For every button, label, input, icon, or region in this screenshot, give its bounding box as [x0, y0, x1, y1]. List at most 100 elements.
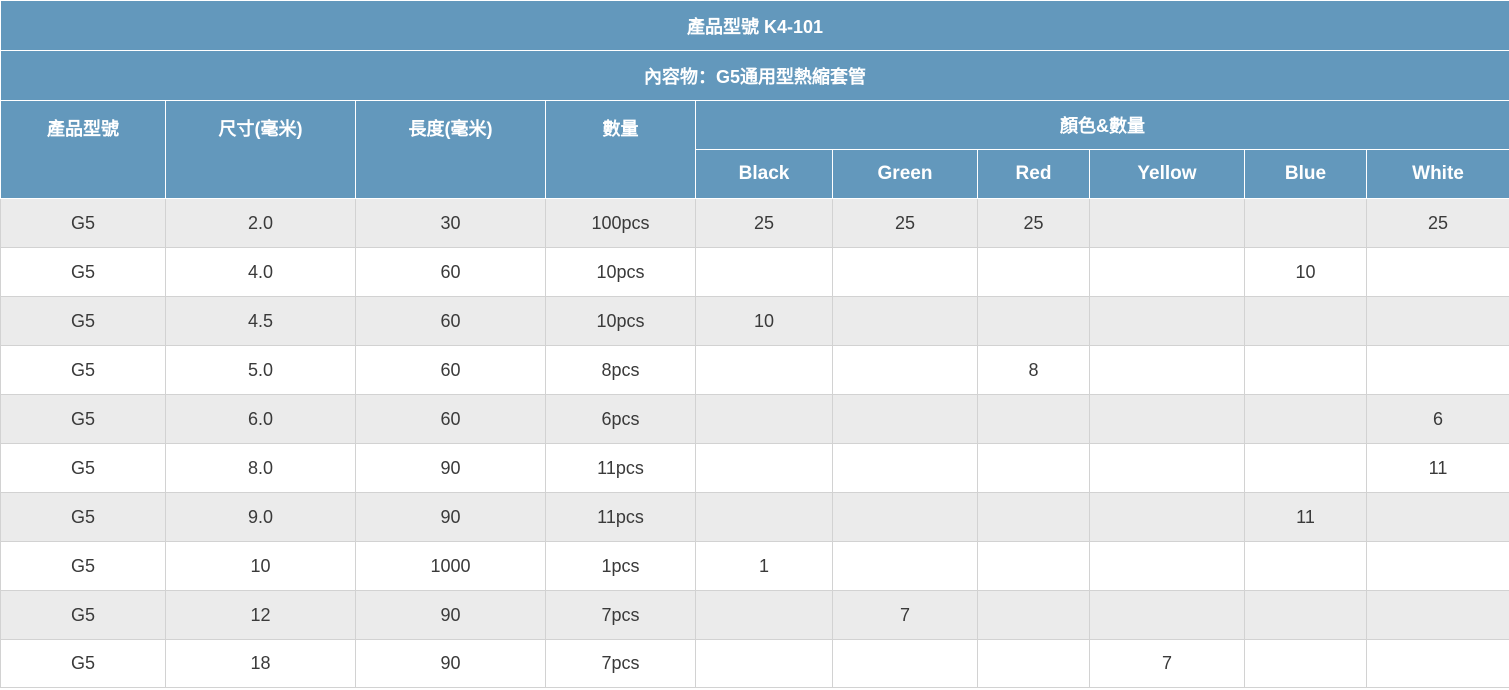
cell-black [695, 590, 833, 640]
cell-blue [1244, 345, 1367, 395]
cell-black [695, 394, 833, 444]
cell-black [695, 345, 833, 395]
cell-length: 90 [355, 590, 546, 640]
cell-yellow [1089, 198, 1245, 248]
table-row: G5 10 1000 1pcs 1 [0, 541, 1509, 591]
table-title: 產品型號 K4-101 [0, 0, 1509, 51]
cell-black: 25 [695, 198, 833, 248]
cell-model: G5 [0, 394, 166, 444]
cell-size: 18 [165, 639, 356, 688]
table-row: G5 4.5 60 10pcs 10 [0, 296, 1509, 346]
cell-white [1365, 541, 1509, 591]
cell-blue [1244, 296, 1367, 346]
cell-model: G5 [0, 443, 166, 493]
cell-white [1365, 492, 1509, 542]
cell-green [832, 247, 978, 297]
header-color-group: 顏色&數量 [694, 100, 1509, 150]
cell-black [695, 443, 833, 493]
cell-red [977, 247, 1090, 297]
cell-length: 60 [355, 345, 546, 395]
cell-length: 90 [355, 639, 546, 688]
cell-green [832, 492, 978, 542]
cell-green [832, 541, 978, 591]
cell-red [977, 541, 1090, 591]
cell-yellow [1089, 492, 1245, 542]
cell-red [977, 296, 1090, 346]
cell-black [695, 492, 833, 542]
cell-quantity: 6pcs [545, 394, 696, 444]
cell-blue: 11 [1244, 492, 1367, 542]
cell-length: 60 [355, 296, 546, 346]
cell-length: 30 [355, 198, 546, 248]
header-size: 尺寸(毫米) [165, 100, 356, 199]
cell-model: G5 [0, 639, 166, 688]
cell-blue [1244, 639, 1367, 688]
cell-blue [1244, 198, 1367, 248]
table-subtitle: 內容物：G5通用型熱縮套管 [0, 50, 1509, 101]
header-model: 產品型號 [0, 100, 166, 199]
cell-red [977, 443, 1090, 493]
cell-model: G5 [0, 296, 166, 346]
header-color-white: White [1365, 149, 1509, 199]
cell-white [1365, 590, 1509, 640]
cell-quantity: 8pcs [545, 345, 696, 395]
table-header: 產品型號 K4-101 內容物：G5通用型熱縮套管 產品型號 尺寸(毫米) 長度… [0, 0, 1509, 199]
table-row: G5 9.0 90 11pcs 11 [0, 492, 1509, 542]
cell-length: 1000 [355, 541, 546, 591]
cell-model: G5 [0, 541, 166, 591]
header-color-blue: Blue [1244, 149, 1367, 199]
cell-size: 12 [165, 590, 356, 640]
cell-yellow [1089, 541, 1245, 591]
cell-quantity: 1pcs [545, 541, 696, 591]
cell-quantity: 11pcs [545, 443, 696, 493]
cell-size: 4.0 [165, 247, 356, 297]
cell-white [1365, 345, 1509, 395]
table-row: G5 6.0 60 6pcs 6 [0, 394, 1509, 444]
table-body: G5 2.0 30 100pcs 25 25 25 25 G5 4.0 60 1… [0, 198, 1509, 688]
cell-blue [1244, 394, 1367, 444]
cell-yellow [1089, 345, 1245, 395]
cell-size: 4.5 [165, 296, 356, 346]
cell-green: 25 [832, 198, 978, 248]
cell-model: G5 [0, 345, 166, 395]
cell-white: 11 [1365, 443, 1509, 493]
table-row: G5 12 90 7pcs 7 [0, 590, 1509, 640]
header-length: 長度(毫米) [355, 100, 546, 199]
cell-quantity: 100pcs [545, 198, 696, 248]
cell-green [832, 296, 978, 346]
cell-white [1365, 639, 1509, 688]
cell-white: 6 [1365, 394, 1509, 444]
cell-size: 6.0 [165, 394, 356, 444]
cell-red [977, 590, 1090, 640]
cell-yellow [1089, 296, 1245, 346]
header-quantity: 數量 [545, 100, 696, 199]
cell-blue [1244, 541, 1367, 591]
cell-white [1365, 247, 1509, 297]
cell-quantity: 10pcs [545, 247, 696, 297]
cell-quantity: 10pcs [545, 296, 696, 346]
cell-yellow: 7 [1089, 639, 1245, 688]
cell-green [832, 394, 978, 444]
header-color-red: Red [977, 149, 1090, 199]
cell-model: G5 [0, 590, 166, 640]
cell-red [977, 492, 1090, 542]
cell-black [695, 247, 833, 297]
cell-yellow [1089, 394, 1245, 444]
table-row: G5 18 90 7pcs 7 [0, 639, 1509, 688]
cell-size: 10 [165, 541, 356, 591]
table-row: G5 5.0 60 8pcs 8 [0, 345, 1509, 395]
cell-red [977, 394, 1090, 444]
cell-red: 25 [977, 198, 1090, 248]
cell-yellow [1089, 590, 1245, 640]
cell-model: G5 [0, 198, 166, 248]
cell-size: 5.0 [165, 345, 356, 395]
cell-black: 10 [695, 296, 833, 346]
cell-yellow [1089, 443, 1245, 493]
cell-white: 25 [1365, 198, 1509, 248]
cell-green [832, 345, 978, 395]
cell-black: 1 [695, 541, 833, 591]
header-color-green: Green [832, 149, 978, 199]
cell-blue [1244, 443, 1367, 493]
cell-yellow [1089, 247, 1245, 297]
cell-red: 8 [977, 345, 1090, 395]
